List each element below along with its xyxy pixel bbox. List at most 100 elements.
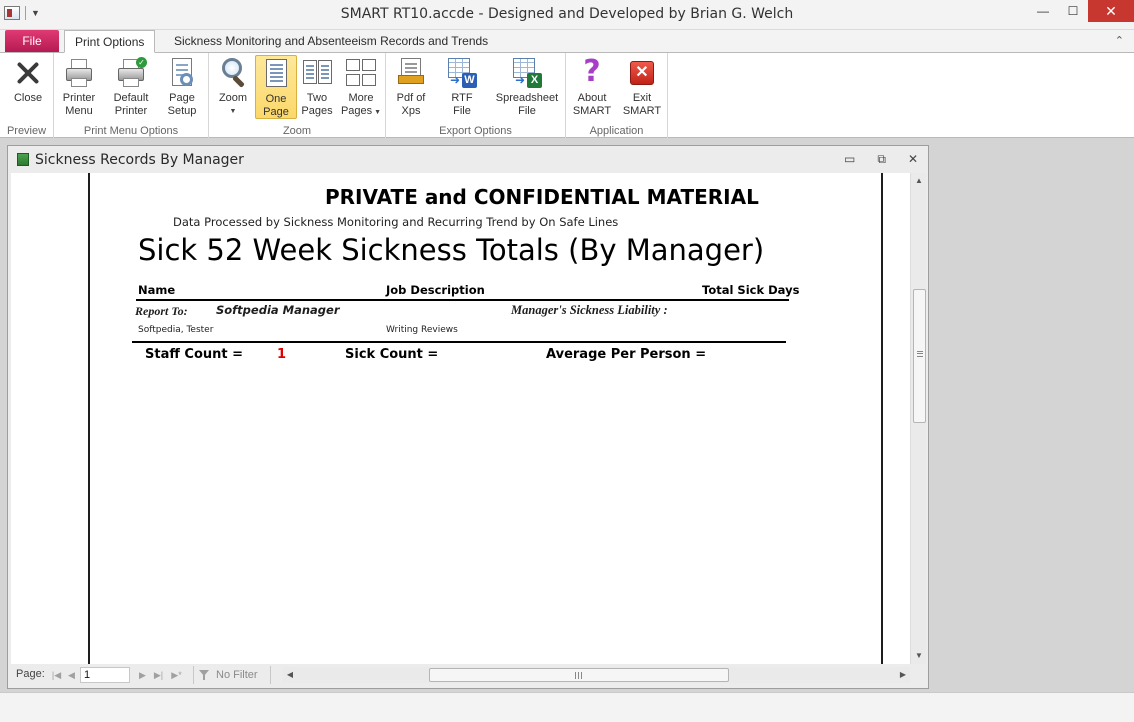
exit-x-glyph: ✕ xyxy=(630,61,654,85)
vertical-grip-icon xyxy=(917,351,923,357)
staff-count-label: Staff Count = xyxy=(145,347,244,362)
tab-print-options[interactable]: Print Options xyxy=(64,30,156,53)
about-smart-button[interactable]: ? About SMART xyxy=(570,55,614,119)
sick-count-label: Sick Count = xyxy=(345,347,439,362)
vertical-scrollbar[interactable]: ▲ ▼ xyxy=(910,173,926,664)
default-printer-label-1: Default xyxy=(113,92,149,104)
minimize-button[interactable]: — xyxy=(1028,0,1058,22)
report-restore-button[interactable]: ⧉ xyxy=(877,152,886,167)
rtf-file-button[interactable]: ➜ W RTF File xyxy=(442,55,482,119)
one-page-label-1: One xyxy=(265,93,287,105)
ribbon-tab-row: File Print Options Sickness Monitoring a… xyxy=(0,30,1134,53)
report-title: Sick 52 Week Sickness Totals (By Manager… xyxy=(138,233,765,267)
more-pages-label-1: More xyxy=(348,92,374,104)
one-page-button[interactable]: One Page xyxy=(255,55,297,119)
one-page-icon xyxy=(260,58,292,90)
paper-area: PRIVATE and CONFIDENTIAL MATERIAL Data P… xyxy=(11,173,910,664)
previous-page-icon[interactable]: ◀ xyxy=(66,668,77,682)
report-window-controls: ▭ ⧉ ✕ xyxy=(844,152,918,167)
maximize-button[interactable]: ☐ xyxy=(1058,0,1088,22)
excel-export-icon: ➜ X xyxy=(511,57,543,89)
default-printer-button[interactable]: ✓ Default Printer xyxy=(108,55,154,119)
group-print-menu-options: Printer Menu ✓ Default Printer Page Setu… xyxy=(54,53,209,138)
page-number-input[interactable]: 1 xyxy=(80,667,130,683)
status-bar xyxy=(0,692,1134,722)
rtf-label-1: RTF xyxy=(451,92,473,104)
last-page-icon[interactable]: ▶| xyxy=(153,668,164,682)
next-page-icon[interactable]: ▶ xyxy=(137,668,148,682)
tab-sickness-monitoring[interactable]: Sickness Monitoring and Absenteeism Reco… xyxy=(164,30,498,53)
more-pages-icon xyxy=(345,57,377,89)
report-close-button[interactable]: ✕ xyxy=(908,152,918,167)
group-zoom: Zoom ▼ One Page Two Pages More Pages ▼ Z… xyxy=(209,53,386,138)
page-setup-label-1: Page xyxy=(169,92,195,104)
ribbon: Close Preview Printer Menu ✓ Default Pri… xyxy=(0,53,1134,138)
spreadsheet-label-2: File xyxy=(518,105,536,117)
report-window-titlebar: Sickness Records By Manager ▭ ⧉ ✕ xyxy=(8,146,928,173)
question-mark-glyph: ? xyxy=(583,54,601,89)
column-header-job: Job Description xyxy=(386,283,485,297)
close-x-icon xyxy=(12,57,44,89)
pdf-label-2: Xps xyxy=(401,105,421,117)
group-label-zoom: Zoom xyxy=(282,125,312,137)
exit-icon: ✕ xyxy=(626,57,658,89)
vertical-scroll-thumb[interactable] xyxy=(913,289,926,423)
title-bar: ▼ SMART RT10.accde - Designed and Develo… xyxy=(0,0,1134,30)
two-pages-label-1: Two xyxy=(306,92,328,104)
header-divider xyxy=(136,299,789,301)
report-viewport: PRIVATE and CONFIDENTIAL MATERIAL Data P… xyxy=(11,173,910,664)
group-application: ? About SMART ✕ Exit SMART Application xyxy=(566,53,668,138)
more-pages-button[interactable]: More Pages ▼ xyxy=(339,55,383,119)
ribbon-minimize-icon[interactable]: ⌃ xyxy=(1115,34,1124,47)
excel-badge: X xyxy=(527,73,542,88)
scroll-up-icon[interactable]: ▲ xyxy=(911,173,927,189)
pdf-xps-button[interactable]: Pdf of Xps xyxy=(390,55,432,119)
report-window-title: Sickness Records By Manager xyxy=(35,152,244,168)
exit-smart-button[interactable]: ✕ Exit SMART xyxy=(620,55,664,119)
filter-icon xyxy=(199,670,210,680)
scroll-down-icon[interactable]: ▼ xyxy=(911,648,927,664)
spreadsheet-file-button[interactable]: ➜ X Spreadsheet File xyxy=(492,55,562,119)
processed-by-line: Data Processed by Sickness Monitoring an… xyxy=(173,215,619,229)
employee-job: Writing Reviews xyxy=(386,325,458,335)
report-minimize-button[interactable]: ▭ xyxy=(844,152,855,167)
confidential-heading: PRIVATE and CONFIDENTIAL MATERIAL xyxy=(325,185,759,209)
word-badge: W xyxy=(462,73,477,88)
horizontal-scrollbar[interactable]: ◀ ▶ xyxy=(283,667,910,683)
close-preview-button[interactable]: Close xyxy=(6,55,50,119)
horizontal-scroll-thumb[interactable] xyxy=(429,668,729,682)
pdf-label-1: Pdf of xyxy=(396,92,426,104)
column-header-name: Name xyxy=(138,283,176,297)
one-page-label-2: Page xyxy=(263,106,289,118)
zoom-button[interactable]: Zoom ▼ xyxy=(213,55,253,119)
tab-file[interactable]: File xyxy=(5,30,59,52)
two-pages-icon xyxy=(301,57,333,89)
exit-label-2: SMART xyxy=(622,105,662,117)
group-export-options: Pdf of Xps ➜ W RTF File ➜ X Spreadsheet Fi… xyxy=(386,53,566,138)
scroll-left-icon[interactable]: ◀ xyxy=(283,667,297,683)
report-window: Sickness Records By Manager ▭ ⧉ ✕ PRIVAT… xyxy=(7,145,929,689)
page-setup-label-2: Setup xyxy=(167,105,197,117)
no-filter-label: No Filter xyxy=(216,669,258,681)
column-header-total: Total Sick Days xyxy=(702,283,800,297)
new-record-icon[interactable]: ▶* xyxy=(171,668,182,682)
close-button[interactable]: ✕ xyxy=(1088,0,1134,22)
liability-label: Manager's Sickness Liability : xyxy=(511,303,668,317)
zoom-label: Zoom xyxy=(218,92,248,104)
no-filter-indicator[interactable]: No Filter xyxy=(193,666,271,684)
employee-name: Softpedia, Tester xyxy=(138,325,214,335)
page-setup-button[interactable]: Page Setup xyxy=(162,55,202,119)
scroll-right-icon[interactable]: ▶ xyxy=(896,667,910,683)
printer-icon xyxy=(63,57,95,89)
first-page-icon[interactable]: |◀ xyxy=(51,668,62,682)
printer-menu-button[interactable]: Printer Menu xyxy=(58,55,100,119)
record-navigation-bar: Page: |◀ ◀ 1 ▶ ▶| ▶* No Filter ◀ ▶ xyxy=(11,665,910,685)
group-label-print-menu: Print Menu Options xyxy=(83,125,179,137)
zoom-dropdown-icon: ▼ xyxy=(229,108,237,115)
about-label-1: About xyxy=(577,92,607,104)
summary-divider xyxy=(132,341,786,343)
page-label: Page: xyxy=(16,668,45,680)
two-pages-button[interactable]: Two Pages xyxy=(299,55,335,119)
group-label-preview: Preview xyxy=(6,125,47,137)
more-pages-dropdown-icon: ▼ xyxy=(372,109,382,116)
